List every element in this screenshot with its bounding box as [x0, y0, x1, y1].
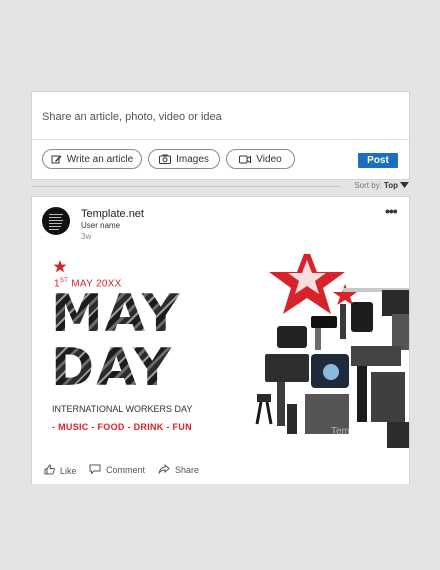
flyer-title-may: MAY — [51, 284, 182, 344]
write-article-button[interactable]: Write an article — [42, 149, 142, 169]
share-button[interactable]: Share — [158, 463, 200, 476]
more-options-icon[interactable]: ••• — [385, 203, 398, 219]
post-image[interactable]: 1ST MAY 20XX MAY DAY INTERNATIONAL WORKE… — [47, 254, 409, 448]
write-article-label: Write an article — [66, 153, 134, 165]
video-camera-icon — [239, 155, 252, 164]
post-button[interactable]: Post — [358, 153, 398, 168]
divider — [32, 139, 409, 140]
chevron-down-icon — [400, 181, 409, 190]
like-button[interactable]: Like — [44, 464, 77, 477]
video-button[interactable]: Video — [226, 149, 295, 169]
like-label: Like — [60, 465, 77, 476]
video-label: Video — [256, 153, 282, 165]
sort-dropdown[interactable]: Sort by: Top — [354, 181, 409, 190]
avatar[interactable] — [42, 207, 70, 235]
comment-icon — [89, 464, 101, 476]
pencil-icon — [51, 154, 62, 165]
post-username: User name — [81, 221, 121, 230]
share-prompt[interactable]: Share an article, photo, video or idea — [42, 111, 222, 123]
sort-value: Top — [383, 181, 398, 190]
camera-icon — [159, 154, 172, 164]
share-label: Share — [175, 465, 200, 475]
share-box: Share an article, photo, video or idea W… — [31, 91, 410, 180]
flyer-subtitle: INTERNATIONAL WORKERS DAY — [52, 404, 193, 414]
tools-collage — [255, 254, 409, 448]
comment-label: Comment — [106, 465, 146, 475]
flyer-tagline: - MUSIC - FOOD - DRINK - FUN — [52, 422, 192, 432]
star-icon — [53, 260, 67, 273]
flyer-watermark: Template — [331, 426, 372, 437]
feed-divider — [31, 186, 341, 187]
post-time: 3w — [81, 232, 92, 241]
share-icon — [158, 463, 170, 476]
images-label: Images — [176, 153, 209, 165]
feed-post: Template.net User name 3w ••• 1ST MAY 20… — [31, 196, 410, 484]
flyer-title-day: DAY — [51, 338, 174, 398]
images-button[interactable]: Images — [148, 149, 220, 169]
post-author[interactable]: Template.net — [81, 208, 144, 220]
comment-button[interactable]: Comment — [89, 464, 145, 476]
thumbs-up-icon — [44, 464, 55, 477]
sort-label: Sort by: — [354, 181, 382, 190]
